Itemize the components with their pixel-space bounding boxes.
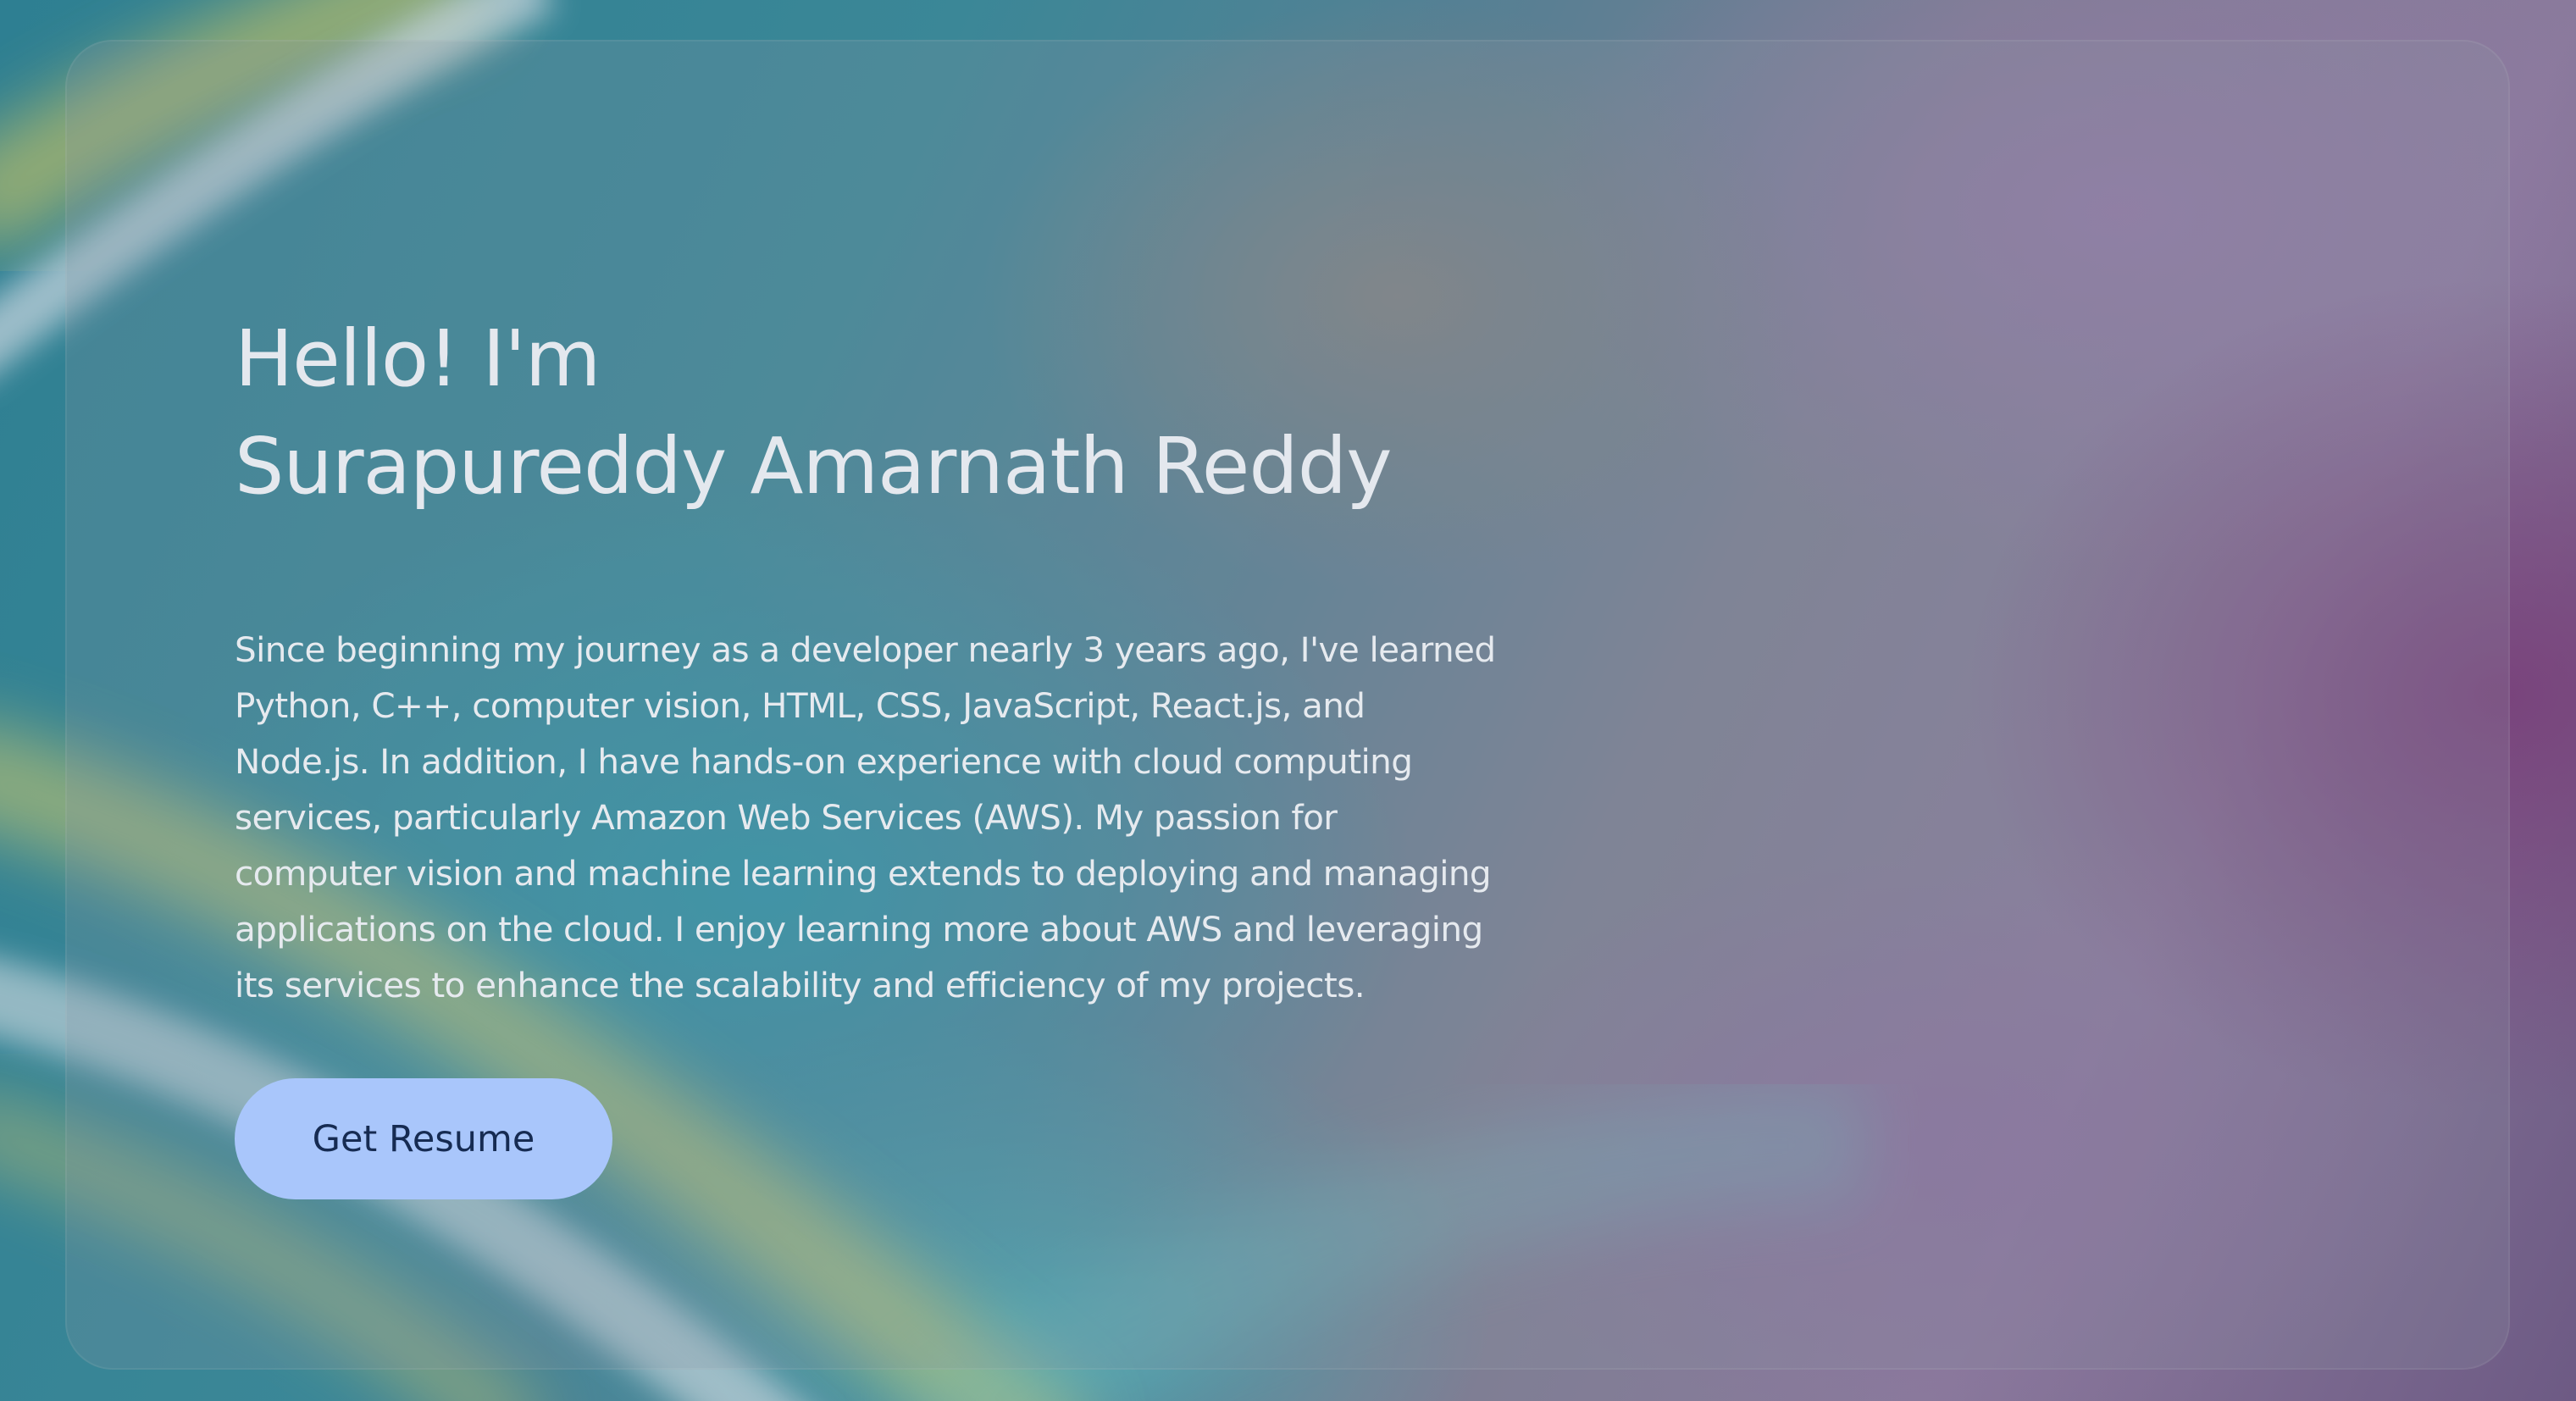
hero-name: Surapureddy Amarnath Reddy — [235, 421, 1393, 512]
get-resume-button[interactable]: Get Resume — [235, 1078, 612, 1199]
hero-content: Hello! I'm Surapureddy Amarnath Reddy Si… — [235, 305, 1505, 1013]
hero-bio: Since beginning my journey as a develope… — [235, 629, 1496, 1005]
hero-heading: Hello! I'm Surapureddy Amarnath Reddy — [235, 305, 1505, 520]
hero-greeting: Hello! I'm — [235, 313, 601, 404]
